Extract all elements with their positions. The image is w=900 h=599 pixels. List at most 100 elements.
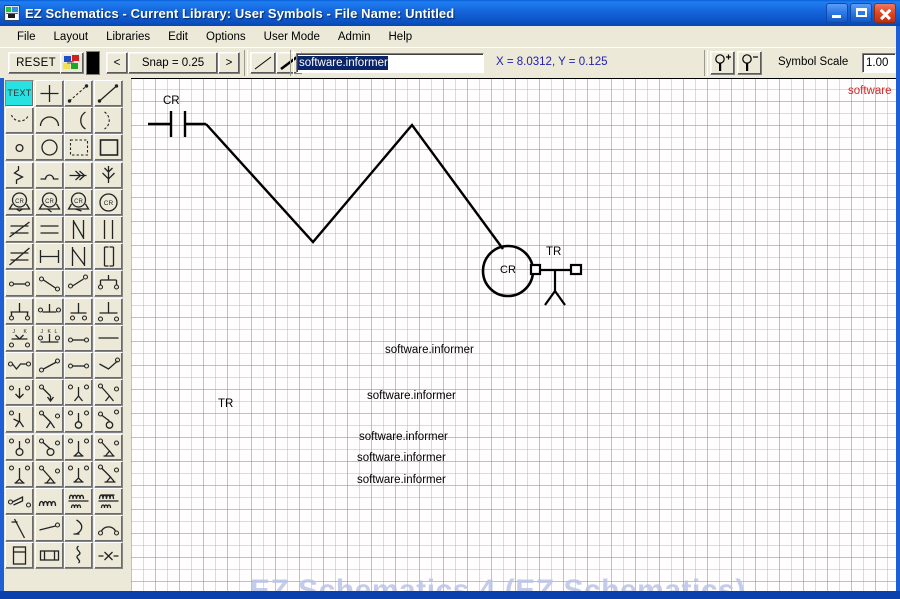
link-symbol[interactable]: [64, 324, 93, 352]
pushbutton-symbol[interactable]: [93, 270, 123, 298]
magnifier-plus-icon[interactable]: [710, 51, 735, 75]
pressure-switch-symbol[interactable]: [5, 433, 34, 461]
parallel-bars-symbol[interactable]: [34, 216, 64, 243]
terminal-t2-symbol[interactable]: [34, 297, 64, 325]
n-shape-symbol[interactable]: [64, 243, 93, 271]
limit-switch-symbol[interactable]: [5, 379, 34, 407]
reset-button[interactable]: RESET: [8, 52, 64, 74]
terminal-t-symbol[interactable]: [5, 297, 34, 325]
squiggle-symbol[interactable]: [64, 542, 93, 570]
double-bar-symbol[interactable]: [93, 216, 123, 243]
menu-item-libraries[interactable]: Libraries: [97, 29, 159, 45]
fuse-slash-symbol[interactable]: [5, 515, 34, 543]
angle-switch-symbol[interactable]: [34, 352, 64, 379]
transformer-2-symbol[interactable]: [93, 488, 123, 515]
bracket-symbol[interactable]: [93, 243, 123, 271]
level-switch-2-symbol[interactable]: [93, 433, 123, 461]
magnifier-minus-icon[interactable]: [737, 51, 762, 75]
cr-relay-coil-1[interactable]: CR: [5, 188, 34, 216]
window-right-border: [896, 26, 900, 591]
arc-contact-symbol[interactable]: [93, 515, 123, 543]
snap-value-field[interactable]: Snap = 0.25: [128, 52, 218, 74]
foot-switch-2-symbol[interactable]: [93, 379, 123, 407]
temp-switch-symbol[interactable]: [5, 460, 34, 488]
current-color-swatch[interactable]: [86, 51, 100, 75]
jkl-terminal-symbol[interactable]: JKL: [34, 324, 64, 352]
terminal-t4-symbol[interactable]: [93, 297, 123, 325]
curve-symbol[interactable]: [64, 515, 93, 543]
jumper-symbol[interactable]: [64, 352, 93, 379]
closed-switch-symbol[interactable]: [5, 352, 34, 379]
foot-switch-4-symbol[interactable]: [34, 406, 64, 434]
window-controls: [826, 3, 898, 23]
arc-right-tool[interactable]: [93, 107, 123, 135]
h-contact-symbol[interactable]: [34, 243, 64, 271]
cr-coil-plain[interactable]: CR: [93, 188, 123, 216]
menu-item-user-mode[interactable]: User Mode: [255, 29, 329, 45]
crossed-wire-symbol[interactable]: [93, 542, 123, 570]
resistor-box-symbol[interactable]: [34, 542, 64, 570]
n-contact-symbol[interactable]: [64, 216, 93, 243]
bar-symbol[interactable]: [93, 324, 123, 352]
transformer-symbol[interactable]: [64, 488, 93, 515]
symbol-text-input[interactable]: software.informer: [296, 53, 484, 73]
minimize-button[interactable]: [826, 3, 848, 23]
cr-contact-label: CR: [163, 95, 180, 107]
arrow-inline-symbol[interactable]: [64, 161, 93, 189]
v-switch-symbol[interactable]: [93, 352, 123, 379]
crosshair-tool[interactable]: [34, 80, 64, 107]
menu-item-file[interactable]: File: [8, 29, 45, 45]
maximize-button[interactable]: [850, 3, 872, 23]
cr-relay-coil-2[interactable]: CR: [34, 188, 64, 216]
open-switch-symbol[interactable]: [34, 270, 64, 298]
close-button[interactable]: [874, 3, 896, 23]
menu-item-layout[interactable]: Layout: [45, 29, 98, 45]
no-contact-symbol[interactable]: [5, 270, 34, 298]
jk-terminal-symbol[interactable]: JK: [5, 324, 34, 352]
temp-switch-4-symbol[interactable]: [93, 460, 123, 488]
drawing-canvas[interactable]: CR CR TR TR software.informer software.i…: [131, 78, 900, 591]
arc-left-tool[interactable]: [64, 107, 93, 135]
foot-switch-symbol[interactable]: [64, 379, 93, 407]
line-solid-tool[interactable]: [93, 80, 123, 107]
arc-up-tool[interactable]: [34, 107, 64, 135]
arc-down-tool[interactable]: [5, 107, 34, 135]
temp-switch-2-symbol[interactable]: [34, 460, 64, 488]
resistor-zigzag-symbol[interactable]: [5, 161, 34, 189]
limit-switch-2-symbol[interactable]: [34, 379, 64, 407]
tilt-switch-symbol[interactable]: [5, 488, 34, 515]
circle-tool[interactable]: [34, 134, 64, 162]
arrow-down-symbol[interactable]: [93, 161, 123, 189]
snap-increase-button[interactable]: >: [218, 52, 240, 74]
menu-item-help[interactable]: Help: [380, 29, 422, 45]
svg-text:CR: CR: [103, 200, 113, 207]
dashed-rect-tool[interactable]: [64, 134, 93, 162]
text-tool[interactable]: TEXT: [5, 80, 34, 107]
pressure-switch-2-symbol[interactable]: [34, 433, 64, 461]
wire-symbol[interactable]: [34, 515, 64, 543]
symbol-scale-input[interactable]: 1.00: [862, 53, 896, 73]
line-dashed-tool[interactable]: [64, 80, 93, 107]
rect-tool[interactable]: [93, 134, 123, 162]
menu-item-admin[interactable]: Admin: [329, 29, 380, 45]
foot-switch-3-symbol[interactable]: [5, 406, 34, 434]
toolbar-separator-3: [704, 50, 708, 76]
menu-item-options[interactable]: Options: [197, 29, 255, 45]
bump-symbol[interactable]: [34, 161, 64, 189]
color-palette-icon[interactable]: [60, 52, 84, 74]
flow-switch-2-symbol[interactable]: [93, 406, 123, 434]
menu-item-edit[interactable]: Edit: [159, 29, 197, 45]
slash-contact-symbol[interactable]: [5, 243, 34, 271]
thin-line-icon[interactable]: [250, 52, 276, 74]
level-switch-symbol[interactable]: [64, 433, 93, 461]
coil-symbol[interactable]: [34, 488, 64, 515]
snap-decrease-button[interactable]: <: [106, 52, 128, 74]
battery-symbol[interactable]: [5, 542, 34, 570]
small-circle-tool[interactable]: [5, 134, 34, 162]
cr-relay-coil-3[interactable]: CR: [64, 188, 93, 216]
terminal-t3-symbol[interactable]: [64, 297, 93, 325]
open-switch-2-symbol[interactable]: [64, 270, 93, 298]
temp-switch-3-symbol[interactable]: [64, 460, 93, 488]
crossed-contact-symbol[interactable]: [5, 216, 34, 243]
flow-switch-symbol[interactable]: [64, 406, 93, 434]
